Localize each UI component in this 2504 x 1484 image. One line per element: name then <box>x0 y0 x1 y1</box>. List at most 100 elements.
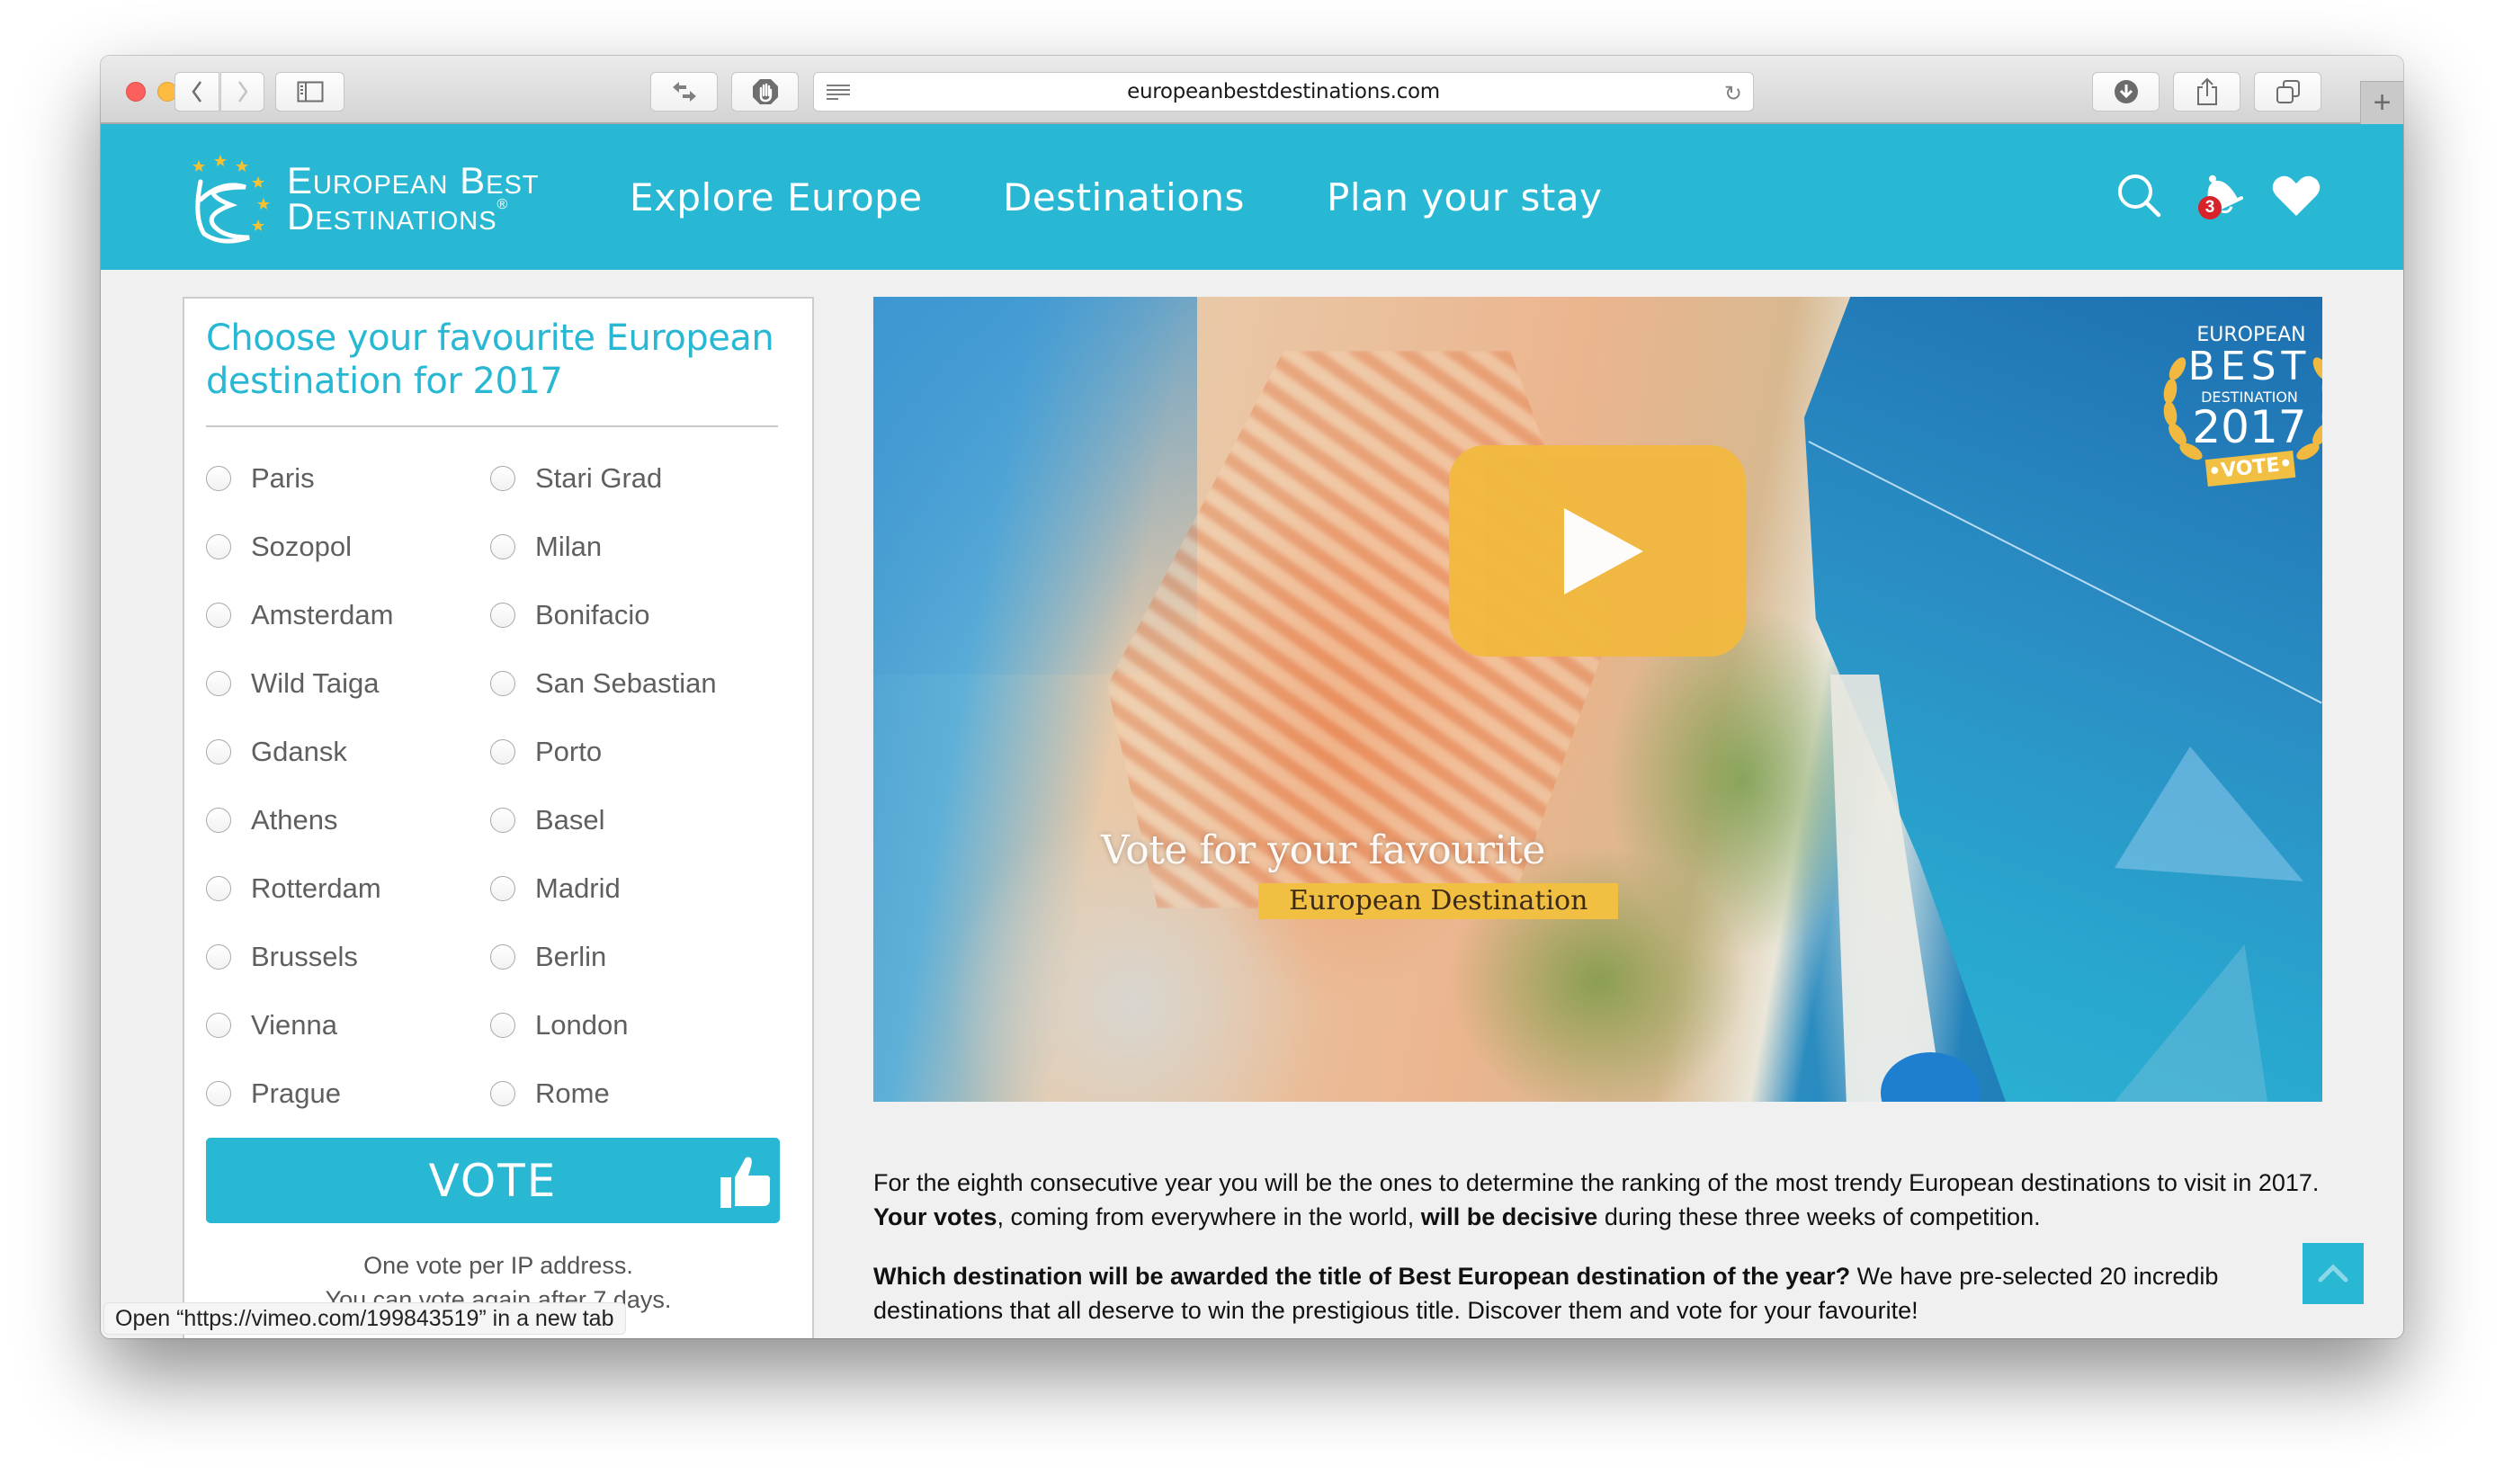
logo-text-line1: European Best <box>287 159 540 201</box>
radio-button[interactable] <box>206 466 231 491</box>
address-bar[interactable]: europeanbestdestinations.com ↻ <box>813 72 1754 112</box>
radio-button[interactable] <box>490 876 515 901</box>
destination-option-label: Gdansk <box>251 736 347 767</box>
destination-option-label: Porto <box>535 736 603 767</box>
radio-button[interactable] <box>490 534 515 559</box>
destination-option-label: Milan <box>535 531 603 562</box>
play-button[interactable] <box>1449 445 1746 657</box>
tabs-icon <box>2276 80 2300 103</box>
destination-option[interactable]: London <box>490 998 628 1052</box>
radio-button[interactable] <box>206 1013 231 1038</box>
tab-sync-button[interactable] <box>650 72 718 112</box>
radio-button[interactable] <box>206 808 231 833</box>
close-window-button[interactable] <box>126 82 146 102</box>
radio-button[interactable] <box>206 671 231 696</box>
downloads-button[interactable] <box>2092 72 2160 112</box>
nav-plan-your-stay[interactable]: Plan your stay <box>1327 124 1602 270</box>
radio-button[interactable] <box>490 944 515 970</box>
notifications-button[interactable]: 3 <box>2186 164 2249 227</box>
site-logo[interactable]: European Best Destinations® <box>186 146 564 246</box>
destination-option[interactable]: Brussels <box>206 930 358 984</box>
new-tab-button[interactable]: + <box>2360 81 2403 124</box>
video-caption-line1: Vote for your favourite <box>1101 827 1545 873</box>
url-text: europeanbestdestinations.com <box>1127 80 1440 103</box>
radio-button[interactable] <box>490 808 515 833</box>
destination-option[interactable]: Berlin <box>490 930 606 984</box>
destination-option-label: Basel <box>535 804 605 836</box>
intro-bold-votes: Your votes <box>873 1203 997 1230</box>
sidebar-icon <box>297 81 323 103</box>
registered-mark: ® <box>496 197 509 212</box>
destination-option[interactable]: Stari Grad <box>490 451 662 505</box>
radio-button[interactable] <box>206 876 231 901</box>
search-button[interactable] <box>2108 164 2171 227</box>
vote-button[interactable]: VOTE <box>206 1138 780 1223</box>
chevron-up-icon <box>2318 1264 2348 1283</box>
chevron-right-icon <box>237 81 248 103</box>
destination-option[interactable]: Gdansk <box>206 725 347 779</box>
radio-button[interactable] <box>490 671 515 696</box>
download-icon <box>2114 80 2138 103</box>
destination-option[interactable]: San Sebastian <box>490 657 717 711</box>
destination-option[interactable]: Amsterdam <box>206 588 393 642</box>
destination-option[interactable]: Bonifacio <box>490 588 650 642</box>
destination-option[interactable]: Wild Taiga <box>206 657 379 711</box>
radio-button[interactable] <box>206 944 231 970</box>
destination-option[interactable]: Porto <box>490 725 602 779</box>
radio-button[interactable] <box>490 603 515 628</box>
forward-button[interactable] <box>220 72 264 112</box>
radio-button[interactable] <box>206 1081 231 1106</box>
radio-button[interactable] <box>490 739 515 764</box>
destination-option[interactable]: Rotterdam <box>206 862 381 916</box>
tab-overview-button[interactable] <box>2254 72 2321 112</box>
radio-button[interactable] <box>206 534 231 559</box>
intro-text: , coming from everywhere in the world, <box>997 1203 1421 1230</box>
thumbs-up-icon <box>720 1157 771 1208</box>
radio-button[interactable] <box>490 1081 515 1106</box>
radio-button[interactable] <box>206 603 231 628</box>
poll-title: Choose your favourite European destinati… <box>206 317 774 402</box>
destination-option-label: London <box>535 1009 629 1041</box>
destination-option[interactable]: Madrid <box>490 862 621 916</box>
destination-option[interactable]: Sozopol <box>206 520 352 574</box>
video-player[interactable]: EUROPEAN BEST DESTINATION 2017 •VOTE• Vo… <box>873 297 2322 1102</box>
link-status-tooltip: Open “https://vimeo.com/199843519” in a … <box>103 1302 626 1335</box>
destination-option-label: Rotterdam <box>251 872 381 904</box>
destination-option[interactable]: Rome <box>490 1067 610 1121</box>
badge-text-year: 2017 <box>2192 401 2307 453</box>
destination-option-label: Amsterdam <box>251 599 394 630</box>
back-button[interactable] <box>174 72 219 112</box>
back-to-top-button[interactable] <box>2303 1243 2364 1304</box>
nav-explore-europe[interactable]: Explore Europe <box>630 124 923 270</box>
radio-button[interactable] <box>490 1013 515 1038</box>
destination-option[interactable]: Athens <box>206 793 338 847</box>
heart-icon <box>2272 175 2321 216</box>
logo-text-line2: Destinations® <box>287 198 508 236</box>
plus-icon: + <box>2373 85 2392 120</box>
chevron-left-icon <box>192 81 202 103</box>
destination-option[interactable]: Basel <box>490 793 605 847</box>
destination-option[interactable]: Milan <box>490 520 602 574</box>
share-button[interactable] <box>2173 72 2240 112</box>
destination-option-label: Paris <box>251 462 315 494</box>
reload-icon[interactable]: ↻ <box>1724 81 1742 107</box>
destination-option-label: Brussels <box>251 941 358 972</box>
intro-bold-decisive: will be decisive <box>1420 1203 1598 1230</box>
nav-destinations[interactable]: Destinations <box>1003 124 1245 270</box>
radio-button[interactable] <box>490 466 515 491</box>
radio-button[interactable] <box>206 739 231 764</box>
destination-option[interactable]: Prague <box>206 1067 341 1121</box>
favorites-button[interactable] <box>2265 164 2328 227</box>
site-header: European Best Destinations® Explore Euro… <box>101 124 2403 270</box>
destination-option-label: Wild Taiga <box>251 667 380 699</box>
vote-note-ip: One vote per IP address. <box>363 1252 633 1279</box>
sidebar-button[interactable] <box>275 72 344 112</box>
intro-text: during these three weeks of competition. <box>1597 1203 2041 1230</box>
destination-option[interactable]: Vienna <box>206 998 337 1052</box>
destination-option[interactable]: Paris <box>206 451 315 505</box>
content-blocker-button[interactable] <box>731 72 799 112</box>
question-paragraph: Which destination will be awarded the ti… <box>873 1259 2330 1328</box>
question-text: destinations that all deserve to win the… <box>873 1297 1918 1324</box>
question-bold: Which destination will be awarded the ti… <box>873 1263 1851 1290</box>
award-badge: EUROPEAN BEST DESTINATION 2017 •VOTE• <box>2151 315 2322 495</box>
